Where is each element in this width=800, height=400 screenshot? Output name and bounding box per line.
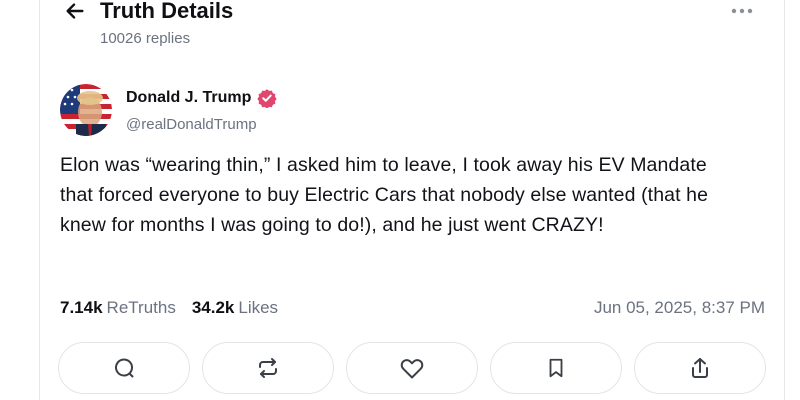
post-body: Elon was “wearing thin,” I asked him to …: [60, 154, 709, 236]
likes-count: 34.2k: [191, 298, 235, 317]
share-icon: [692, 358, 708, 378]
reply-count: 10026 replies: [100, 30, 191, 47]
heart-icon: [400, 359, 424, 379]
reply-button[interactable]: [58, 342, 190, 394]
comment-icon: [115, 358, 134, 378]
avatar[interactable]: [60, 84, 112, 136]
post-timestamp: Jun 05, 2025, 8:37 PM: [593, 298, 765, 317]
verified-badge-icon: [257, 89, 278, 108]
author-handle[interactable]: @realDonaldTrump: [126, 116, 277, 133]
page-title: Truth Details: [100, 0, 234, 23]
back-button[interactable]: [60, 0, 90, 28]
post-stats: 7.14k ReTruths 34.2k Likes Jun 05, 2025,…: [60, 296, 765, 320]
page-header: Truth Details 10026 replies: [60, 0, 760, 54]
bookmark-icon: [549, 358, 563, 378]
retruth-button[interactable]: [202, 342, 334, 394]
author-name[interactable]: Donald J. Trump: [126, 89, 251, 107]
post-actions: [58, 342, 766, 396]
likes-label: Likes: [238, 298, 279, 317]
bookmark-button[interactable]: [490, 342, 622, 394]
arrow-left-icon: [66, 3, 84, 19]
more-options-button[interactable]: [724, 0, 760, 26]
share-button[interactable]: [634, 342, 766, 394]
likes-stat[interactable]: 34.2k Likes: [192, 298, 278, 318]
retruths-stat[interactable]: 7.14k ReTruths: [60, 298, 176, 318]
retruths-count: 7.14k: [60, 298, 103, 317]
like-button[interactable]: [346, 342, 478, 394]
retruths-label: ReTruths: [106, 298, 176, 317]
more-dots-icon: [731, 8, 753, 14]
author-block: Donald J. Trump @realDonaldTrump: [126, 88, 278, 133]
repost-icon: [259, 358, 277, 378]
